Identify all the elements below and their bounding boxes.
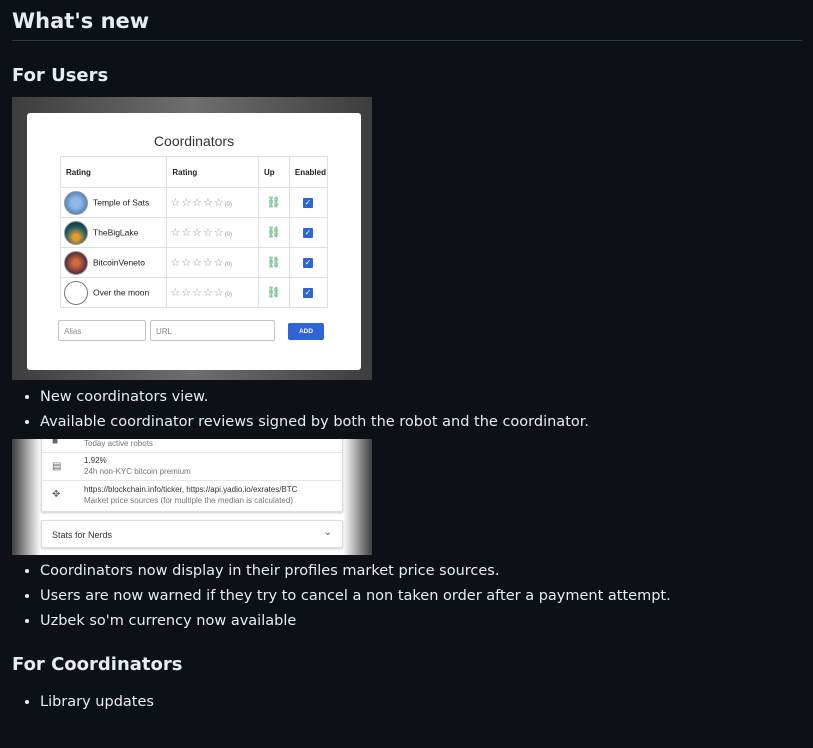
coordinators-list: Library updates: [12, 690, 802, 715]
table-header: Up: [258, 156, 290, 188]
list-item: Library updates: [40, 690, 802, 715]
list-item: Users are now warned if they try to canc…: [40, 584, 802, 609]
premium-label: 24h non-KYC bitcoin premium: [84, 467, 191, 476]
star-rating: ☆☆☆☆☆(0): [170, 197, 232, 209]
premium-icon: ▤: [52, 461, 62, 472]
coordinator-name: TheBigLake: [93, 226, 139, 237]
rating-count: (0): [224, 202, 233, 208]
info-row: ▤ 1.92% 24h non-KYC bitcoin premium: [42, 452, 342, 481]
coordinators-screenshot: Coordinators Rating Rating Up Enabled Te…: [12, 97, 372, 380]
price-sources-icon: ✥: [52, 489, 61, 500]
avatar: [64, 280, 88, 305]
rating-count: (0): [224, 262, 233, 268]
checkbox-icon: ✓: [302, 258, 313, 268]
stats-for-nerds-accordion: Stats for Nerds ⌄: [41, 520, 343, 548]
checkbox-icon: ✓: [302, 228, 313, 238]
alias-field: Alias: [58, 320, 146, 341]
price-sources-label: Market price sources (for multiple the m…: [84, 496, 293, 505]
avatar: [64, 220, 88, 245]
coordinator-info-card: ■ Today active robots ▤ 1.92% 24h non-KY…: [41, 439, 343, 512]
coordinator-name: Temple of Sats: [93, 196, 150, 207]
table-row: Temple of Sats ☆☆☆☆☆(0) ⛓ ✓: [59, 187, 329, 218]
add-button: ADD: [288, 323, 324, 340]
star-rating: ☆☆☆☆☆(0): [170, 257, 232, 269]
coordinators-dialog: Coordinators Rating Rating Up Enabled Te…: [27, 113, 361, 370]
stars-icon: ☆☆☆☆☆: [170, 197, 225, 209]
market-sources-screenshot: ■ Today active robots ▤ 1.92% 24h non-KY…: [12, 439, 372, 555]
link-icon: ⛓: [266, 227, 281, 239]
users-list-2: Coordinators now display in their profil…: [12, 559, 802, 634]
stars-icon: ☆☆☆☆☆: [170, 287, 225, 299]
coordinator-name: BitcoinVeneto: [93, 256, 145, 267]
avatar: [64, 250, 88, 275]
avatar: [64, 190, 88, 215]
table-header: Rating: [59, 156, 168, 188]
stats-for-nerds-label: Stats for Nerds: [52, 530, 113, 540]
table-header: Enabled: [288, 156, 329, 188]
stars-icon: ☆☆☆☆☆: [170, 257, 225, 269]
table-row: Over the moon ☆☆☆☆☆(0) ⛓ ✓: [59, 277, 329, 308]
link-icon: ⛓: [266, 197, 281, 209]
info-row: ✥ https://blockchain.info/ticker, https:…: [42, 480, 342, 511]
stars-icon: ☆☆☆☆☆: [170, 227, 225, 239]
checkbox-icon: ✓: [302, 288, 313, 298]
coordinators-table: Rating Rating Up Enabled Temple of Sats …: [59, 156, 329, 308]
premium-value: 1.92%: [84, 456, 107, 465]
list-item: New coordinators view.: [40, 385, 802, 410]
star-rating: ☆☆☆☆☆(0): [170, 287, 232, 299]
dialog-title: Coordinators: [153, 133, 235, 149]
list-item: Available coordinator reviews signed by …: [40, 410, 802, 435]
link-icon: ⛓: [266, 257, 281, 269]
rating-count: (0): [224, 232, 233, 238]
section-heading-coordinators: For Coordinators: [12, 654, 183, 675]
rating-count: (0): [224, 292, 233, 298]
info-row: ■ Today active robots: [42, 439, 342, 453]
price-sources-value: https://blockchain.info/ticker, https://…: [84, 485, 298, 494]
page-title: What's new: [12, 0, 802, 41]
release-notes: What's new For Users Coordinators Rating…: [12, 0, 802, 715]
users-list-1: New coordinators view. Available coordin…: [12, 385, 802, 435]
section-heading-users: For Users: [12, 65, 109, 86]
table-row: TheBigLake ☆☆☆☆☆(0) ⛓ ✓: [59, 217, 329, 248]
list-item: Coordinators now display in their profil…: [40, 559, 802, 584]
url-field: URL: [150, 320, 275, 341]
table-header: Rating: [166, 156, 260, 188]
checkbox-icon: ✓: [302, 198, 313, 208]
table-row: BitcoinVeneto ☆☆☆☆☆(0) ⛓ ✓: [59, 247, 329, 278]
active-robots-label: Today active robots: [84, 439, 153, 448]
link-icon: ⛓: [266, 287, 281, 299]
robot-icon: ■: [52, 439, 59, 447]
coordinator-name: Over the moon: [93, 286, 150, 297]
chevron-down-icon: ⌄: [323, 527, 332, 538]
list-item: Uzbek so'm currency now available: [40, 609, 802, 634]
star-rating: ☆☆☆☆☆(0): [170, 227, 232, 239]
